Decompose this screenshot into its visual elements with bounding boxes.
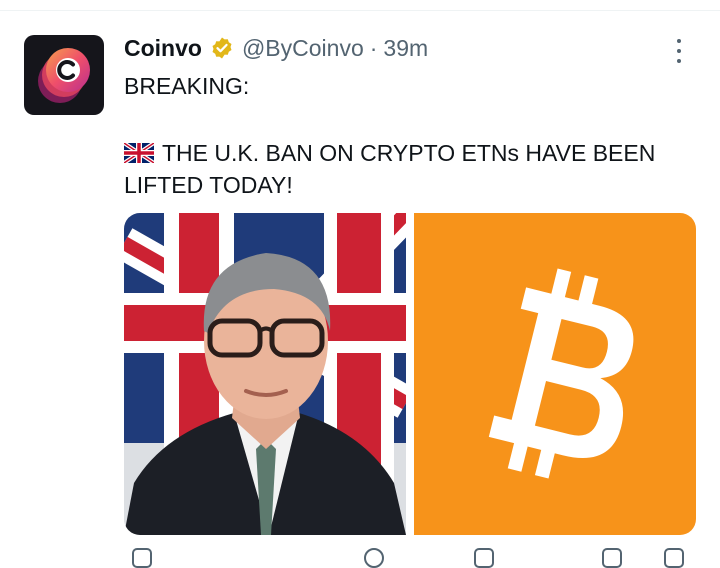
- tweet-text-line2-content: THE U.K. BAN ON CRYPTO ETNs HAVE BEEN: [162, 140, 656, 166]
- uk-flag-icon: [124, 143, 154, 163]
- verified-badge-icon: [212, 37, 232, 59]
- reply-icon[interactable]: [132, 548, 152, 568]
- coinvo-logo: [38, 48, 90, 103]
- tweet-header: Coinvo @ByCoinvo · 39m: [124, 33, 428, 63]
- bookmark-icon[interactable]: [602, 548, 622, 568]
- media-photo-right[interactable]: [414, 213, 696, 535]
- share-icon[interactable]: [664, 548, 684, 568]
- tweet-text-line3: LIFTED TODAY!: [124, 172, 293, 198]
- bitcoin-logo: [414, 213, 696, 535]
- author-handle[interactable]: @ByCoinvo: [242, 35, 364, 62]
- tweet-media[interactable]: [124, 213, 696, 535]
- avatar[interactable]: [24, 35, 104, 115]
- like-icon[interactable]: [364, 548, 384, 568]
- top-divider: [0, 10, 720, 11]
- media-photo-left[interactable]: [124, 213, 406, 535]
- timestamp[interactable]: 39m: [383, 35, 428, 62]
- tweet-text-line1: BREAKING:: [124, 73, 250, 99]
- person-photo: [124, 213, 406, 535]
- separator-dot: ·: [369, 34, 378, 61]
- tweet-text-line2: THE U.K. BAN ON CRYPTO ETNs HAVE BEEN: [124, 137, 655, 169]
- more-vertical-icon[interactable]: [666, 36, 692, 66]
- views-icon[interactable]: [474, 548, 494, 568]
- tweet-actions: [124, 548, 684, 568]
- author-name[interactable]: Coinvo: [124, 35, 202, 62]
